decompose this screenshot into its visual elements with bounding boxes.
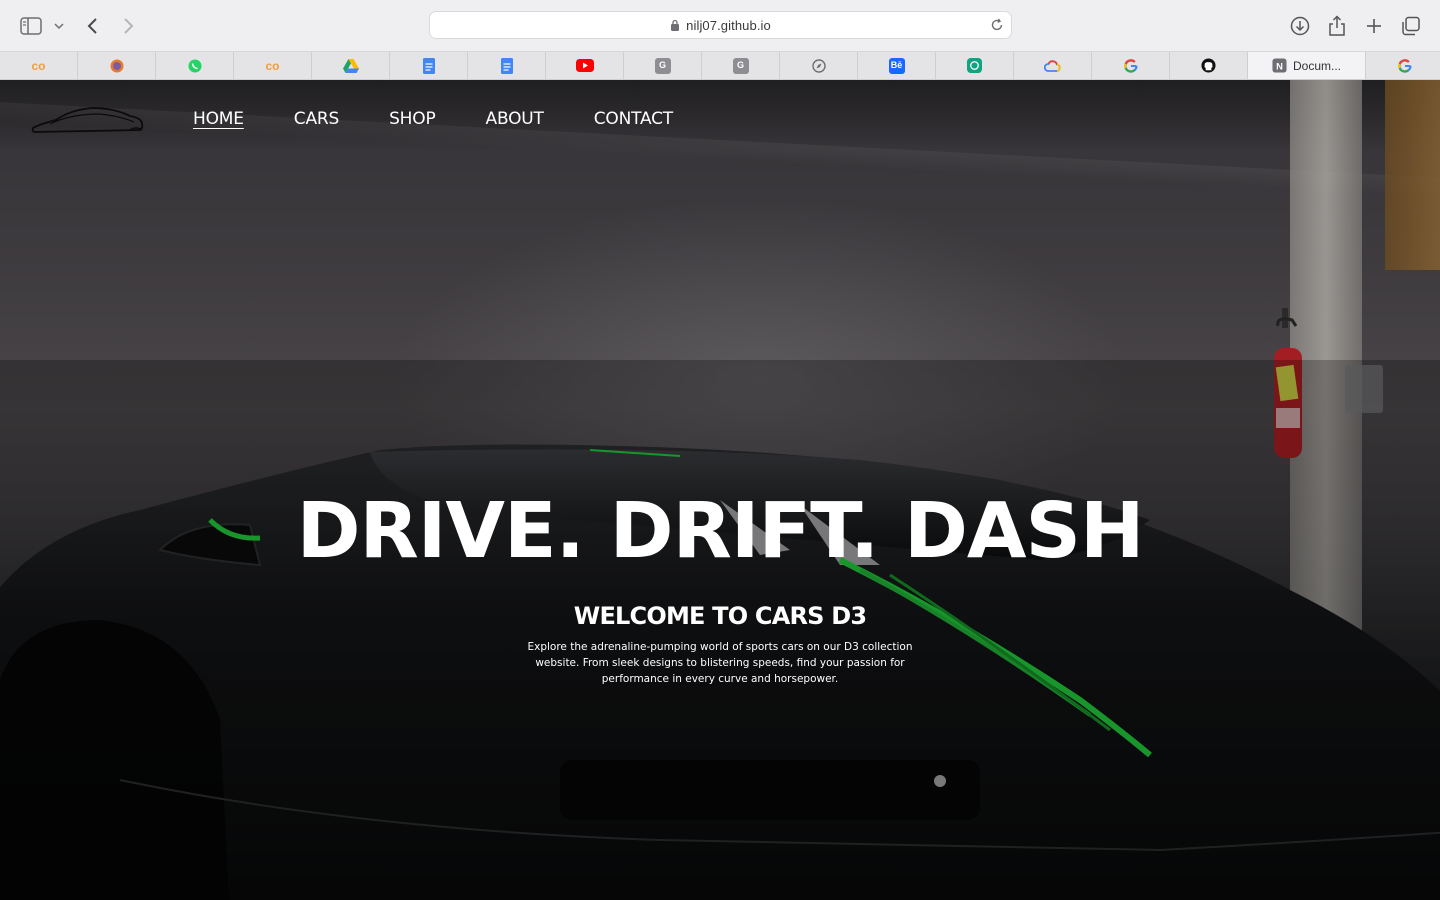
notion-icon: N <box>1272 58 1287 73</box>
forward-arrow-icon[interactable] <box>115 13 141 39</box>
browser-tab[interactable] <box>1014 52 1092 79</box>
hero-subtitle: WELCOME TO CARS D3 <box>573 602 867 630</box>
web-page: HOME CARS SHOP ABOUT CONTACT DRIVE. DRIFT. D… <box>0 80 1440 900</box>
compass-icon <box>811 58 826 73</box>
google-icon <box>1123 58 1138 73</box>
grammarly-g-icon: G <box>654 57 671 74</box>
download-icon[interactable] <box>1287 13 1313 39</box>
browser-tab[interactable] <box>780 52 858 79</box>
background-wood-post <box>1385 80 1440 270</box>
browser-tab[interactable] <box>156 52 234 79</box>
reload-icon[interactable] <box>989 17 1005 33</box>
behance-icon: Bē <box>888 57 905 74</box>
google-drive-icon <box>342 58 359 73</box>
google-docs-icon <box>500 57 514 74</box>
chatgpt-icon <box>967 58 982 73</box>
browser-tab[interactable] <box>468 52 546 79</box>
hero-title: DRIVE. DRIFT. DASH <box>296 487 1145 576</box>
github-icon <box>1201 58 1216 73</box>
browser-tab[interactable]: Bē <box>858 52 936 79</box>
browser-tab[interactable] <box>546 52 624 79</box>
cars-d3-logo[interactable] <box>30 104 145 138</box>
sidebar-toggle-icon[interactable] <box>18 13 44 39</box>
browser-tab[interactable]: G <box>624 52 702 79</box>
browser-tab[interactable] <box>1092 52 1170 79</box>
main-nav: HOME CARS SHOP ABOUT CONTACT <box>193 109 723 129</box>
nav-link-cars[interactable]: CARS <box>294 109 340 129</box>
browser-tab[interactable] <box>1170 52 1248 79</box>
google-icon <box>1398 58 1412 73</box>
browser-tab[interactable]: G <box>702 52 780 79</box>
grammarly-g-icon: G <box>732 57 749 74</box>
hero-description: Explore the adrenaline-pumping world of … <box>527 641 913 685</box>
nav-link-home[interactable]: HOME <box>193 109 244 129</box>
tab-overview-icon[interactable] <box>1398 13 1424 39</box>
youtube-icon <box>575 59 594 72</box>
browser-tab[interactable]: N Docum... <box>1248 52 1366 79</box>
browser-tab[interactable] <box>390 52 468 79</box>
browser-tab[interactable] <box>78 52 156 79</box>
back-arrow-icon[interactable] <box>80 13 106 39</box>
chevron-down-icon[interactable] <box>50 13 68 39</box>
nav-link-contact[interactable]: CONTACT <box>594 109 673 129</box>
hero-car-image <box>0 360 1440 900</box>
browser-tab[interactable] <box>936 52 1014 79</box>
browser-tab[interactable] <box>1366 52 1440 79</box>
browser-tab[interactable] <box>312 52 390 79</box>
plus-icon[interactable] <box>1361 13 1387 39</box>
browser-tab[interactable]: co <box>234 52 312 79</box>
browser-toolbar: nilj07.github.io <box>0 0 1440 52</box>
colab-icon: co <box>265 58 280 73</box>
whatsapp-icon <box>188 59 202 73</box>
browser-tab[interactable]: co <box>0 52 78 79</box>
lock-icon <box>671 19 680 31</box>
google-docs-icon <box>422 57 436 74</box>
colab-icon: co <box>31 58 46 73</box>
tab-title: Docum... <box>1293 58 1342 73</box>
url-text: nilj07.github.io <box>686 17 771 33</box>
google-cloud-icon <box>1044 59 1061 72</box>
nav-link-about[interactable]: ABOUT <box>486 109 544 129</box>
nav-link-shop[interactable]: SHOP <box>389 109 436 129</box>
brave-lion-icon <box>110 59 124 73</box>
tab-strip: co co G G Bē N Docum... <box>0 52 1440 80</box>
svg-text:N: N <box>1276 61 1283 71</box>
share-icon[interactable] <box>1324 13 1350 39</box>
address-bar[interactable]: nilj07.github.io <box>429 11 1012 39</box>
